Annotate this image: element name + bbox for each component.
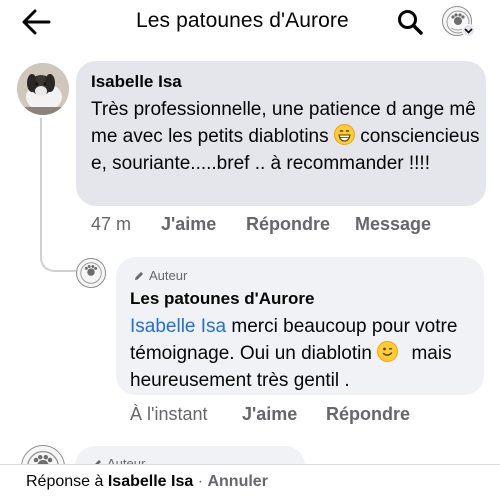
comment-text: Très professionnelle, une patience d ang… — [91, 99, 480, 174]
like-button[interactable]: J'aime — [161, 214, 216, 235]
comment-timestamp[interactable]: 47 m — [91, 214, 131, 235]
thread-connector — [40, 118, 76, 272]
cancel-reply-button[interactable]: Annuler — [207, 473, 267, 490]
back-button[interactable] — [18, 6, 54, 38]
reply-bubble[interactable]: Auteur Les patounes d'Aurore Isabelle Is… — [116, 257, 484, 395]
replying-to-bar: Réponse à Isabelle Isa · Annuler — [0, 464, 500, 500]
author-badge: Auteur — [133, 268, 187, 283]
mention-link[interactable]: Isabelle Isa — [130, 316, 226, 337]
winking-face-emoji — [377, 341, 399, 362]
pencil-icon — [135, 271, 143, 280]
replying-to-text: Réponse à Isabelle Isa · Annuler — [26, 473, 268, 490]
top-bar: Les patounes d'Aurore — [0, 0, 500, 46]
message-button[interactable]: Message — [355, 214, 431, 235]
back-arrow-icon — [22, 9, 51, 35]
replying-to-name: Isabelle Isa — [107, 473, 194, 490]
page-title: Les patounes d'Aurore — [136, 9, 349, 32]
avatar[interactable] — [17, 63, 69, 115]
reply-button[interactable]: Répondre — [326, 404, 410, 425]
page-avatar[interactable] — [76, 258, 106, 288]
comment-author[interactable]: Isabelle Isa — [91, 72, 182, 92]
search-icon — [398, 10, 423, 35]
reply-button[interactable]: Répondre — [246, 214, 330, 235]
search-button[interactable] — [393, 6, 427, 38]
comment-bubble[interactable]: Isabelle Isa Très professionnelle, une p… — [76, 61, 486, 206]
chevron-down-icon — [462, 24, 475, 37]
reply-actions: À l'instant J'aime Répondre — [0, 404, 500, 428]
acting-as-page-switcher[interactable] — [442, 6, 482, 38]
reply-author[interactable]: Les patounes d'Aurore — [130, 289, 314, 309]
grinning-face-emoji — [333, 124, 355, 145]
reply-text: Isabelle Isa merci beaucoup pour votre t… — [130, 316, 458, 391]
reply-timestamp[interactable]: À l'instant — [130, 404, 207, 425]
like-button[interactable]: J'aime — [242, 404, 297, 425]
